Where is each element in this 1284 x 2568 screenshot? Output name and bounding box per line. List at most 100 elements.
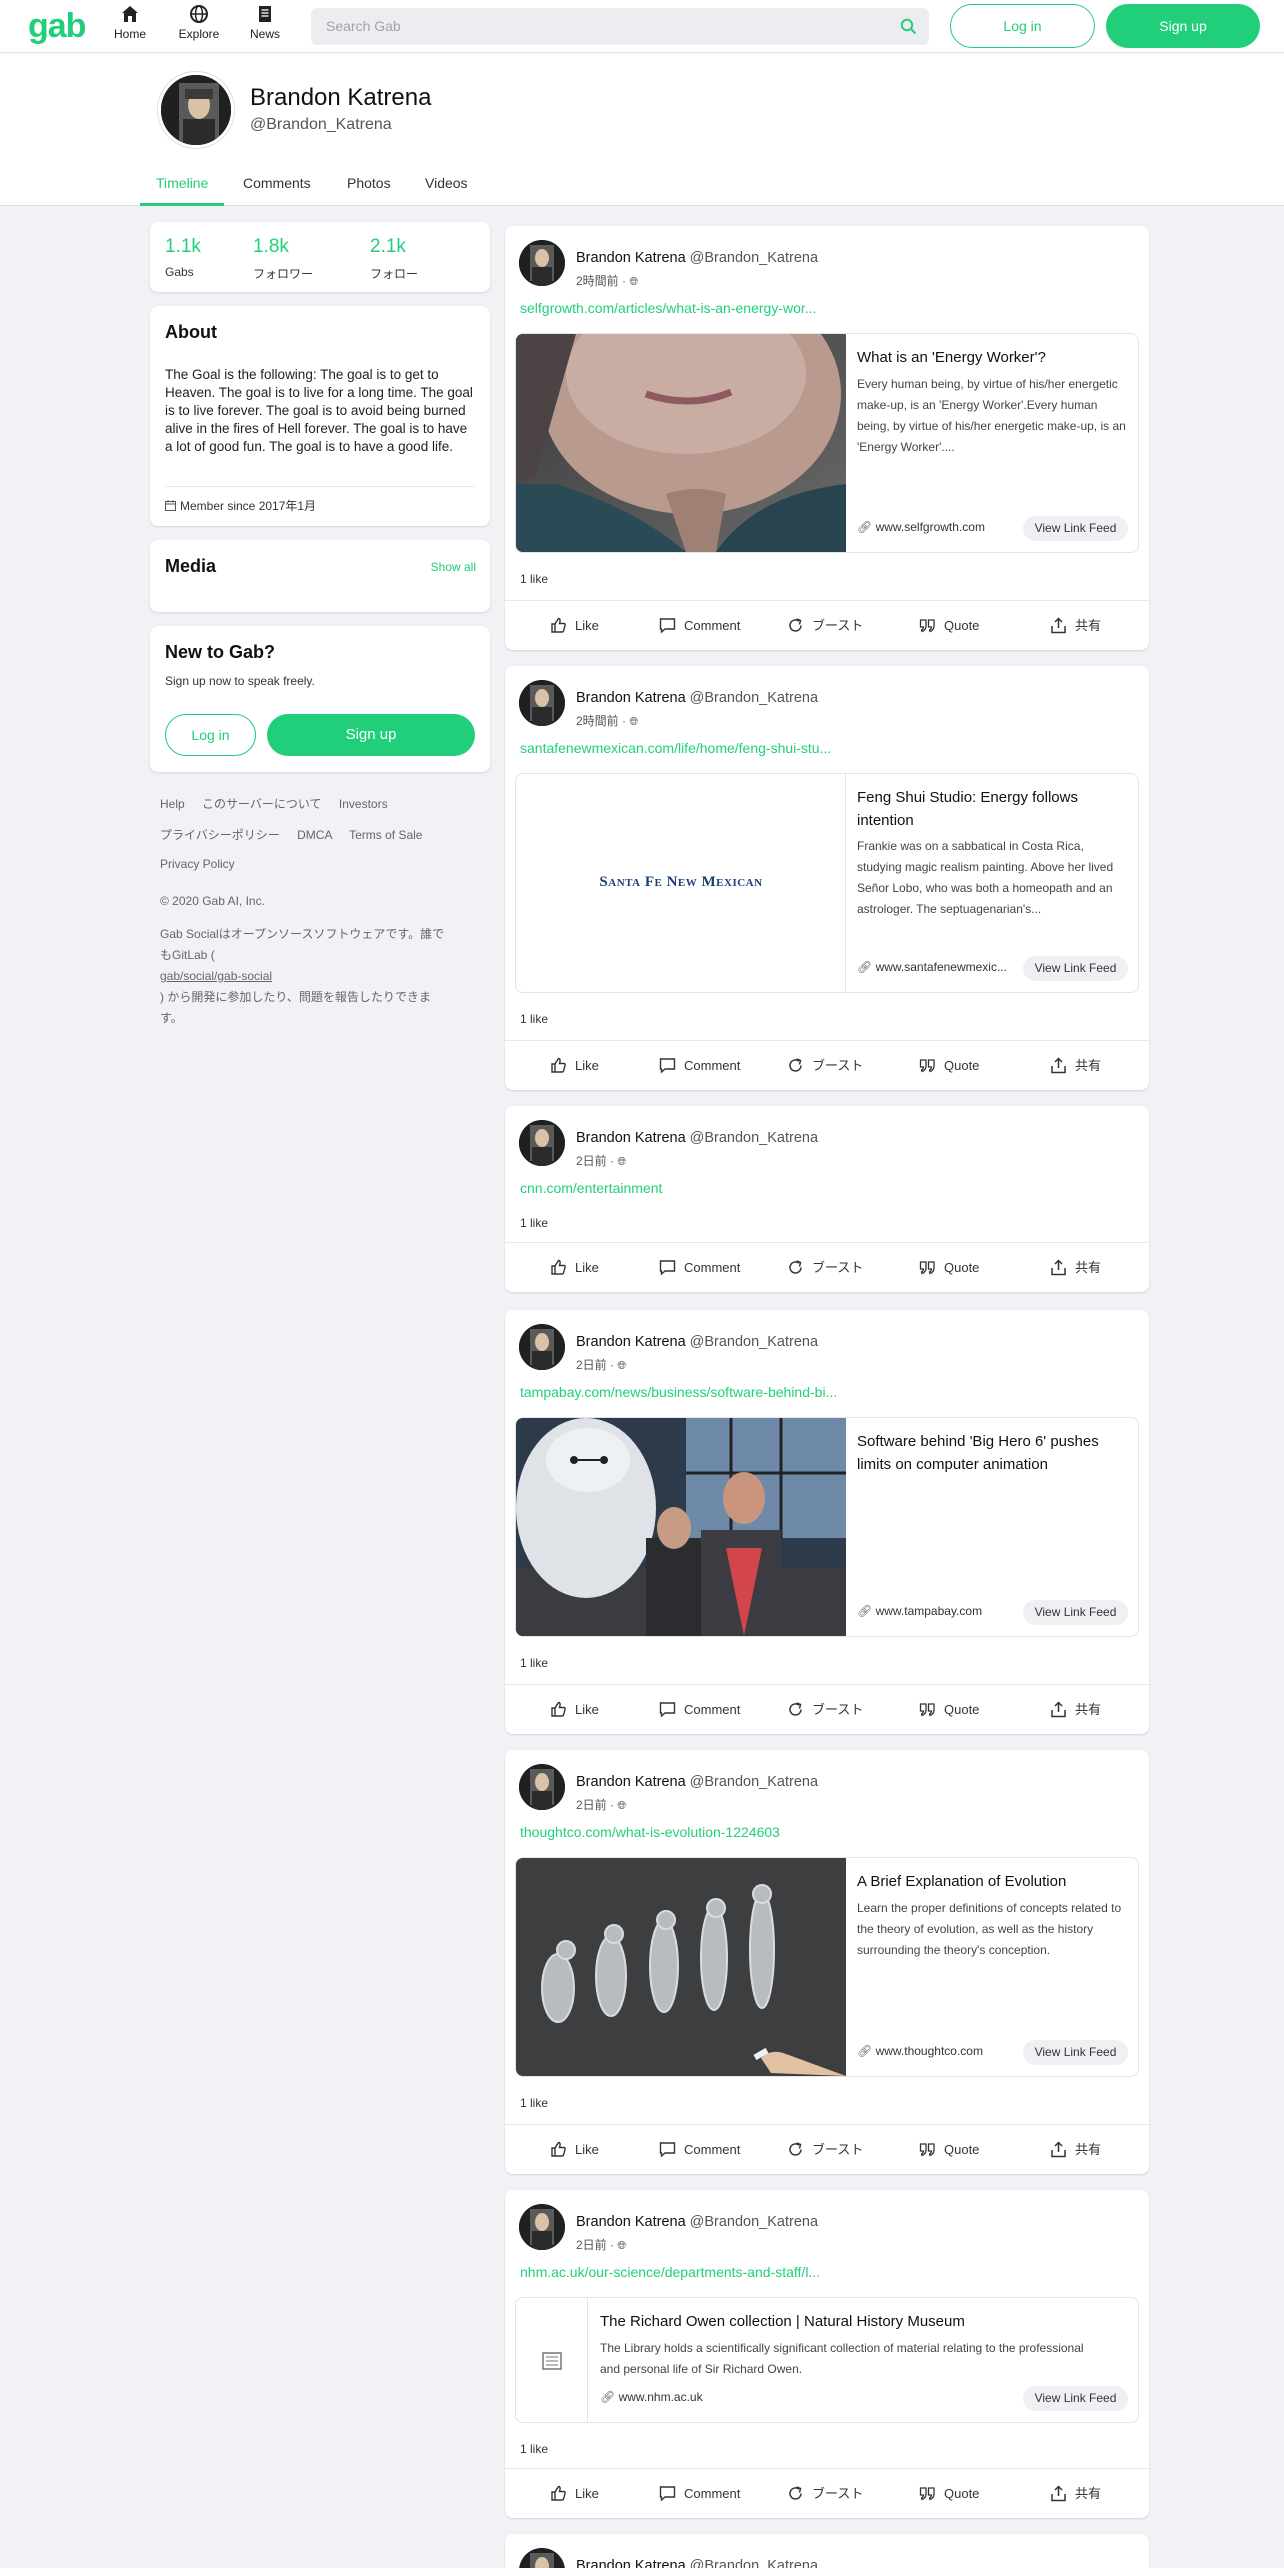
link-preview-card[interactable]: What is an 'Energy Worker'? Every human … — [515, 333, 1139, 553]
view-link-feed-button[interactable]: View Link Feed — [1023, 2386, 1128, 2411]
link-preview-title: Feng Shui Studio: Energy follows intenti… — [857, 789, 1078, 829]
globe-icon — [190, 5, 208, 23]
tab-videos[interactable]: Videos — [425, 169, 468, 206]
sidebar-login-button[interactable]: Log in — [165, 714, 256, 756]
view-link-feed-button[interactable]: View Link Feed — [1023, 956, 1128, 981]
post-author[interactable]: Brandon Katrena @Brandon_Katrena — [576, 250, 818, 266]
footer-link-privacy-policy[interactable]: Privacy Policy — [160, 857, 235, 871]
repost-icon — [789, 2142, 802, 2156]
stat-gabs[interactable]: 1.1k Gabs — [165, 236, 201, 279]
post-author[interactable]: Brandon Katrena @Brandon_Katrena — [576, 2214, 818, 2230]
nav-explore-label: Explore — [178, 27, 220, 41]
signup-button[interactable]: Sign up — [1106, 4, 1260, 48]
sidebar-signup-button[interactable]: Sign up — [267, 714, 475, 756]
stat-followers[interactable]: 1.8k フォロワー — [253, 236, 313, 282]
media-title: Media — [165, 556, 217, 576]
post: Brandon Katrena @Brandon_Katrena 2日前 · 🌐︎… — [505, 1106, 1149, 1292]
tab-comments[interactable]: Comments — [243, 169, 311, 206]
footer-link-terms-of-sale[interactable]: Terms of Sale — [349, 828, 422, 842]
stat-following[interactable]: 2.1k フォロー — [370, 236, 418, 282]
post-avatar[interactable] — [519, 2204, 565, 2250]
nav-news-label: News — [249, 27, 280, 41]
post-time: 2時間前 · — [576, 714, 627, 728]
footer-link-investors[interactable]: Investors — [339, 797, 388, 811]
post-avatar[interactable] — [519, 1764, 565, 1810]
nav-news[interactable]: News — [235, 4, 295, 41]
stat-followers-label: フォロワー — [253, 267, 314, 281]
view-link-feed-button[interactable]: View Link Feed — [1023, 2040, 1128, 2065]
footer-oss-line4: す。 — [160, 1011, 183, 1025]
search-input[interactable]: Search Gab — [311, 8, 929, 45]
thumbs-up-icon — [551, 1701, 566, 1717]
post-avatar[interactable] — [519, 680, 565, 726]
post-like-count[interactable]: 1 like — [520, 1012, 548, 1026]
post-link[interactable]: cnn.com/entertainment — [520, 1180, 662, 1196]
nav-home[interactable]: Home — [100, 4, 160, 41]
share-label: 共有 — [1075, 2486, 1102, 2501]
post-link[interactable]: tampabay.com/news/business/software-behi… — [520, 1384, 837, 1400]
link-preview-card[interactable]: A Brief Explanation of Evolution Learn t… — [515, 1857, 1139, 2077]
post-like-count[interactable]: 1 like — [520, 2096, 548, 2110]
footer-link-privacy-jp[interactable]: プライバシーポリシー — [160, 828, 280, 842]
repost-icon — [789, 2486, 802, 2500]
search-icon[interactable] — [900, 18, 917, 35]
nav-explore[interactable]: Explore — [169, 4, 229, 41]
tab-photos[interactable]: Photos — [347, 169, 391, 206]
post-avatar[interactable] — [519, 1324, 565, 1370]
post-author-name: Brandon Katrena — [576, 690, 686, 706]
footer-link-help[interactable]: Help — [160, 797, 185, 811]
footer-link-about[interactable]: このサーバーについて — [202, 797, 322, 811]
post-timestamp: 2時間前 · 🌐︎ — [576, 272, 638, 289]
view-link-feed-button[interactable]: View Link Feed — [1023, 1600, 1128, 1625]
profile-avatar[interactable] — [158, 72, 234, 148]
post-author[interactable]: Brandon Katrena @Brandon_Katrena — [576, 2558, 818, 2568]
post-avatar[interactable] — [519, 240, 565, 286]
post-author[interactable]: Brandon Katrena @Brandon_Katrena — [576, 1334, 818, 1350]
link-preview-domain-text: www.tampabay.com — [875, 1604, 983, 1618]
quote-icon — [919, 2143, 935, 2157]
comment-icon — [659, 2486, 676, 2502]
footer-link-dmca[interactable]: DMCA — [297, 828, 332, 842]
post-like-count[interactable]: 1 like — [520, 2442, 548, 2456]
about-card: About The Goal is the following: The goa… — [150, 306, 490, 526]
link-preview-card[interactable]: Santa Fe New Mexican Feng Shui Studio: E… — [515, 773, 1139, 993]
thumbs-up-icon — [551, 2141, 566, 2157]
gab-logo[interactable]: gab — [28, 6, 86, 46]
view-link-feed-button[interactable]: View Link Feed — [1023, 516, 1128, 541]
post-author[interactable]: Brandon Katrena @Brandon_Katrena — [576, 1130, 818, 1146]
media-show-all-link[interactable]: Show all — [431, 560, 476, 574]
post-action-bar: Like Comment ブースト Quote 共有 — [505, 1684, 1149, 1734]
post-avatar[interactable] — [519, 2548, 565, 2568]
post-link[interactable]: thoughtco.com/what-is-evolution-1224603 — [520, 1824, 780, 1840]
quote-icon — [919, 1703, 935, 1717]
post-like-count[interactable]: 1 like — [520, 572, 548, 586]
like-label: Like — [575, 2486, 599, 2501]
post-like-count[interactable]: 1 like — [520, 1656, 548, 1670]
thumbs-up-icon — [551, 1259, 566, 1275]
post-timestamp: 2日前 · 🌐︎ — [576, 1152, 626, 1169]
footer-oss-notice: Gab Socialはオープンソースソフトウェアです。誰で もGitLab ( … — [160, 924, 480, 1029]
share-label: 共有 — [1075, 2142, 1102, 2157]
link-preview-card[interactable]: Software behind 'Big Hero 6' pushes limi… — [515, 1417, 1139, 1637]
post-author[interactable]: Brandon Katrena @Brandon_Katrena — [576, 690, 818, 706]
boost-label: ブースト — [812, 1058, 864, 1073]
post-link[interactable]: nhm.ac.uk/our-science/departments-and-st… — [520, 2264, 820, 2280]
footer-oss-line3: ) から開発に参加したり、問題を報告したりできま — [160, 990, 431, 1004]
post-link[interactable]: selfgrowth.com/articles/what-is-an-energ… — [520, 300, 816, 316]
post-link[interactable]: santafenewmexican.com/life/home/feng-shu… — [520, 740, 831, 756]
link-preview-card[interactable]: The Richard Owen collection | Natural Hi… — [515, 2297, 1139, 2423]
post-author-handle: @Brandon_Katrena — [689, 1334, 819, 1350]
post-time: 2日前 · — [576, 1798, 615, 1812]
footer-gitlab-link[interactable]: gab/social/gab-social — [160, 966, 480, 987]
quote-label: Quote — [944, 618, 980, 633]
tab-timeline[interactable]: Timeline — [139, 169, 225, 206]
post-avatar[interactable] — [519, 1120, 565, 1166]
post-author[interactable]: Brandon Katrena @Brandon_Katrena — [576, 1774, 818, 1790]
share-label: 共有 — [1075, 618, 1102, 633]
post-action-bar: Like Comment ブースト Quote 共有 — [505, 1242, 1149, 1292]
post-like-count[interactable]: 1 like — [520, 1216, 548, 1230]
login-button[interactable]: Log in — [950, 4, 1095, 48]
quote-label: Quote — [944, 2486, 980, 2501]
quote-label: Quote — [944, 2142, 980, 2157]
link-preview-description: Learn the proper definitions of concepts… — [857, 1901, 1122, 1957]
